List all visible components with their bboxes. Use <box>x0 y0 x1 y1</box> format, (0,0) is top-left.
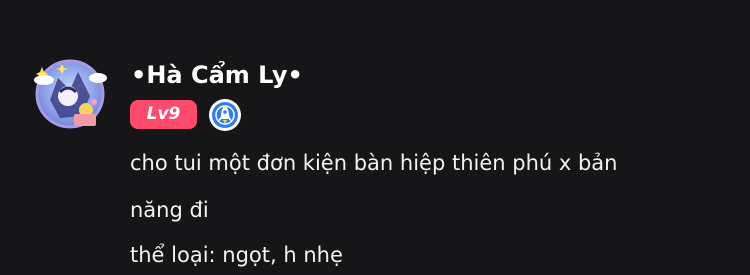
comment-text-line: năng đi <box>130 198 209 222</box>
comment-text-line: thể loại: ngọt, h nhẹ <box>130 243 343 267</box>
comment-text-line: cho tui một đơn kiện bàn hiệp thiên phú … <box>130 151 618 175</box>
username[interactable]: •Hà Cẩm Ly• <box>131 58 303 92</box>
blue-shield-rocket-icon <box>209 99 241 131</box>
user-avatar[interactable] <box>32 56 108 132</box>
comment-item: •Hà Cẩm Ly• Lv9 cho tui một đơn kiện bàn… <box>0 0 750 275</box>
level-badge: Lv9 <box>130 100 197 129</box>
